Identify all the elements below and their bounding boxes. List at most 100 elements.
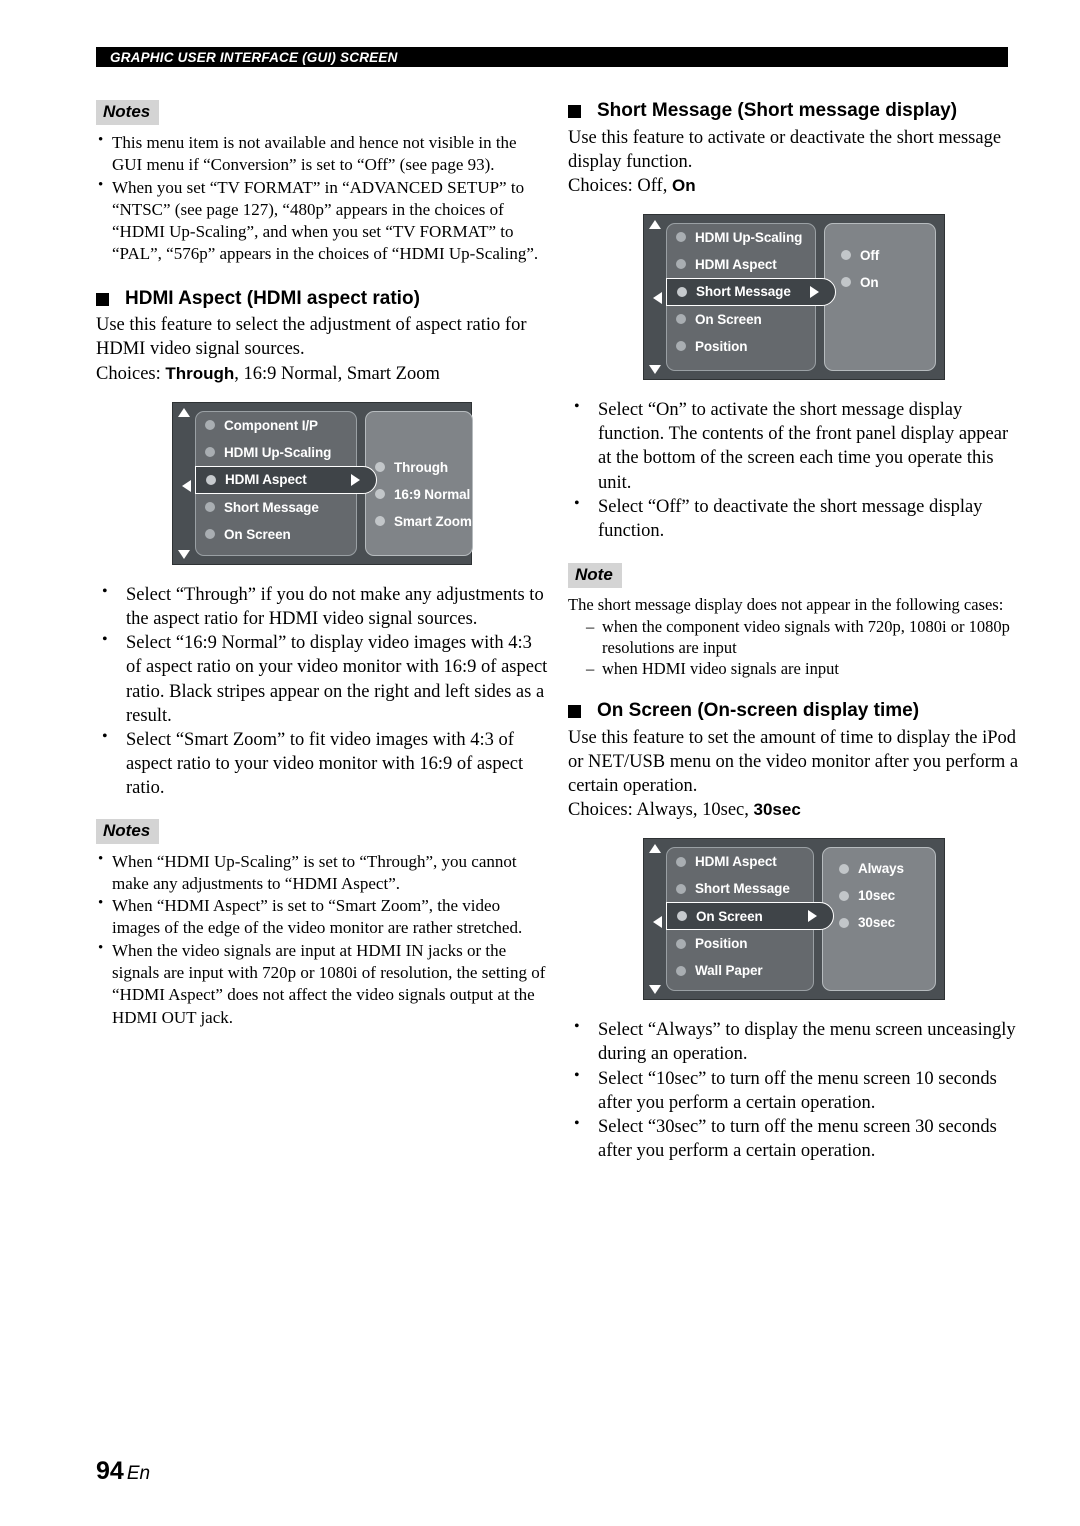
scroll-down-arrow-icon[interactable] xyxy=(649,364,661,374)
choices-rest: , 16:9 Normal, Smart Zoom xyxy=(234,363,440,384)
gui-menu-hdmi-aspect[interactable]: Component I/P HDMI Up-Scaling HDMI Aspec… xyxy=(172,401,473,565)
choices-label: Choices: Off, xyxy=(568,175,672,196)
left-arrow-icon xyxy=(653,291,662,304)
menu-item-on-screen[interactable]: On Screen xyxy=(196,521,356,548)
square-bullet-icon xyxy=(568,105,581,118)
section-hdmi-aspect: HDMI Aspect (HDMI aspect ratio) Use this… xyxy=(96,288,548,386)
choices-default-value: On xyxy=(671,175,696,195)
page-language: En xyxy=(126,1463,151,1484)
option-label: 10sec xyxy=(858,888,896,904)
gui-menu-on-screen[interactable]: HDMI Aspect Short Message On Screen Posi… xyxy=(643,838,945,1001)
gui-menu-short-message[interactable]: HDMI Up-Scaling HDMI Aspect Short Messag… xyxy=(643,213,945,380)
menu-item-on-screen[interactable]: On Screen xyxy=(667,306,815,333)
menu-item-wall-paper[interactable]: Wall Paper xyxy=(667,957,813,984)
gui-option-list: Through 16:9 Normal Smart Zoom xyxy=(365,410,473,556)
list-item: Select “Through” if you do not make any … xyxy=(96,582,548,631)
gui-panels: Component I/P HDMI Up-Scaling HDMI Aspec… xyxy=(182,410,473,556)
page-number: 94 xyxy=(96,1457,124,1485)
scroll-up-arrow-icon[interactable] xyxy=(649,219,661,229)
bullet-dot-icon xyxy=(676,856,686,867)
option-on[interactable]: On xyxy=(825,269,935,296)
bullet-dot-icon xyxy=(205,502,215,513)
right-arrow-icon xyxy=(808,910,817,923)
list-item: When you set “TV FORMAT” in “ADVANCED SE… xyxy=(96,176,548,266)
option-169-normal[interactable]: 16:9 Normal xyxy=(366,481,472,508)
menu-item-hdmi-aspect[interactable]: HDMI Aspect xyxy=(667,848,813,875)
bullet-dot-icon xyxy=(839,863,849,874)
menu-item-label: Wall Paper xyxy=(695,963,763,979)
section-description: Use this feature to activate or deactiva… xyxy=(568,127,1002,172)
menu-item-label: HDMI Aspect xyxy=(695,854,777,870)
section-heading-text: Short Message (Short message display) xyxy=(597,100,958,121)
choices-label: Choices: xyxy=(96,363,161,384)
section-short-message: Short Message (Short message display) Us… xyxy=(568,100,1020,198)
menu-item-label: On Screen xyxy=(695,311,762,327)
choices-default-value: Through xyxy=(165,363,235,383)
list-item: When “HDMI Up-Scaling” is set to “Throug… xyxy=(96,850,548,896)
option-through[interactable]: Through xyxy=(366,454,472,481)
gui-menu-list: HDMI Aspect Short Message On Screen Posi… xyxy=(653,847,834,992)
menu-item-component-ip[interactable]: Component I/P xyxy=(196,412,356,439)
menu-item-hdmi-aspect-selected[interactable]: HDMI Aspect xyxy=(195,465,377,494)
option-always[interactable]: Always xyxy=(823,855,935,882)
list-item: When the video signals are input at HDMI… xyxy=(96,939,548,1029)
bullet-dot-icon xyxy=(205,420,215,431)
menu-item-label: HDMI Up-Scaling xyxy=(695,229,803,245)
option-30sec[interactable]: 30sec xyxy=(823,909,935,936)
list-item: Select “Off” to deactivate the short mes… xyxy=(568,494,1020,543)
scroll-down-arrow-icon[interactable] xyxy=(178,549,190,559)
right-arrow-icon xyxy=(810,285,819,298)
choices-line: Choices: Always, 10sec, 30sec xyxy=(568,798,1020,822)
option-label: Smart Zoom xyxy=(394,513,472,529)
choices-label: Choices: Always, 10sec, xyxy=(568,800,754,821)
list-item: Select “30sec” to turn off the menu scre… xyxy=(568,1114,1020,1163)
notes-block-2: Notes When “HDMI Up-Scaling” is set to “… xyxy=(96,818,548,1029)
menu-item-short-message[interactable]: Short Message xyxy=(196,494,356,521)
gui-menu-list: HDMI Up-Scaling HDMI Aspect Short Messag… xyxy=(653,222,836,371)
gui-option-list: Always 10sec 30sec xyxy=(822,847,936,992)
note-intro: The short message display does not appea… xyxy=(568,595,1004,615)
menu-item-position[interactable]: Position xyxy=(667,930,813,957)
list-item: Select “10sec” to turn off the menu scre… xyxy=(568,1066,1020,1115)
section-description: Use this feature to set the amount of ti… xyxy=(568,728,1019,797)
notes-2-list: When “HDMI Up-Scaling” is set to “Throug… xyxy=(96,850,548,1029)
bullet-dot-icon xyxy=(375,516,385,527)
choices-default-value: 30sec xyxy=(753,800,801,820)
menu-item-on-screen-selected[interactable]: On Screen xyxy=(666,902,834,931)
menu-item-hdmi-up-scaling[interactable]: HDMI Up-Scaling xyxy=(196,439,356,466)
bullet-dot-icon xyxy=(676,938,686,949)
menu-item-hdmi-up-scaling[interactable]: HDMI Up-Scaling xyxy=(667,224,815,251)
page-folio: 94 En xyxy=(96,1457,150,1486)
bullet-dot-icon xyxy=(676,965,686,976)
scroll-up-arrow-icon[interactable] xyxy=(649,844,661,854)
bullet-dot-icon xyxy=(375,462,385,473)
menu-item-label: Short Message xyxy=(695,881,790,897)
menu-item-label: Short Message xyxy=(696,284,791,300)
notes-label: Notes xyxy=(96,100,160,125)
bullet-dot-icon xyxy=(677,286,687,297)
menu-item-position[interactable]: Position xyxy=(667,333,815,360)
option-10sec[interactable]: 10sec xyxy=(823,882,935,909)
option-off[interactable]: Off xyxy=(825,242,935,269)
section-heading-on-screen: On Screen (On-screen display time) xyxy=(568,700,1020,722)
menu-item-hdmi-aspect[interactable]: HDMI Aspect xyxy=(667,251,815,278)
running-header-bar: GRAPHIC USER INTERFACE (GUI) SCREEN xyxy=(96,47,1008,67)
bullet-dot-icon xyxy=(205,447,215,458)
menu-item-label: Position xyxy=(695,338,748,354)
scroll-down-arrow-icon[interactable] xyxy=(649,985,661,995)
bullet-dot-icon xyxy=(839,917,849,928)
list-item: when the component video signals with 72… xyxy=(586,617,1020,659)
note-block: Note The short message display does not … xyxy=(568,563,1020,680)
bullet-dot-icon xyxy=(676,232,686,243)
list-item: Select “Always” to display the menu scre… xyxy=(568,1017,1020,1066)
menu-item-short-message[interactable]: Short Message xyxy=(667,875,813,902)
menu-item-label: Short Message xyxy=(224,499,319,515)
menu-item-label: Component I/P xyxy=(224,417,318,433)
menu-item-label: On Screen xyxy=(696,908,763,924)
gui-menu-list: Component I/P HDMI Up-Scaling HDMI Aspec… xyxy=(182,410,377,556)
gui-panels: HDMI Up-Scaling HDMI Aspect Short Messag… xyxy=(653,222,936,371)
scroll-up-arrow-icon[interactable] xyxy=(178,407,190,417)
option-smart-zoom[interactable]: Smart Zoom xyxy=(366,508,472,535)
menu-item-short-message-selected[interactable]: Short Message xyxy=(666,277,836,306)
menu-item-label: HDMI Aspect xyxy=(695,256,777,272)
